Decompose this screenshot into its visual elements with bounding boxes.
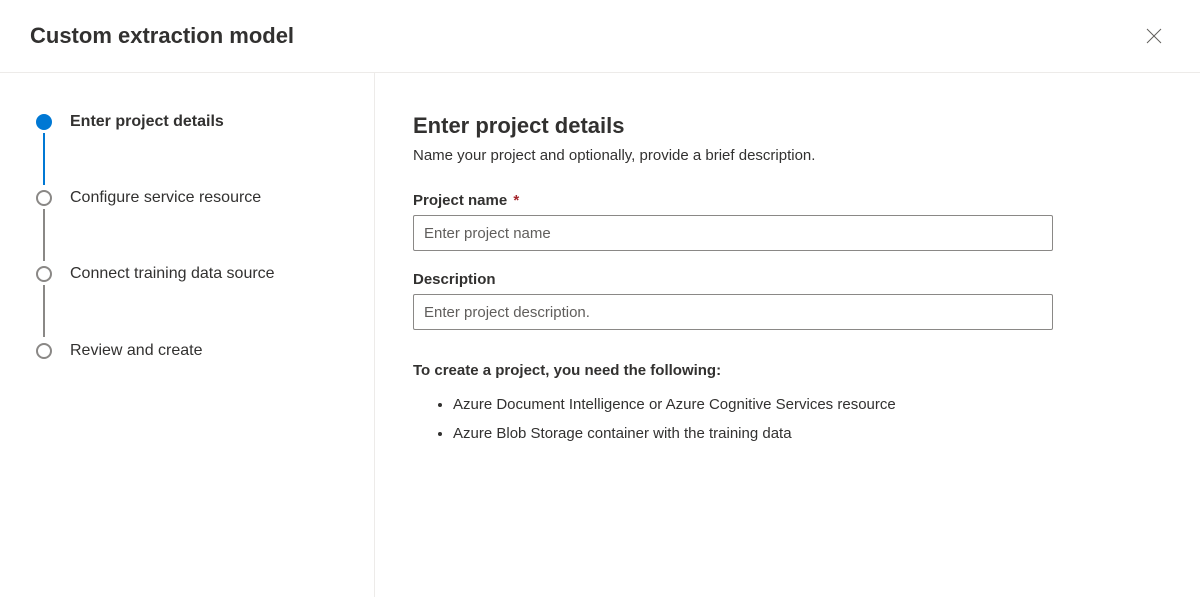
step-label: Configure service resource (70, 189, 261, 207)
close-icon (1146, 28, 1162, 44)
step-configure-service-resource[interactable]: Configure service resource (36, 189, 354, 265)
dialog-title: Custom extraction model (30, 23, 294, 49)
step-label: Review and create (70, 342, 203, 360)
dialog-content: Enter project details Configure service … (0, 73, 1200, 597)
description-field-group: Description (413, 271, 1162, 330)
requirement-item: Azure Blob Storage container with the tr… (453, 420, 1162, 449)
description-input[interactable] (413, 294, 1053, 330)
requirements-info: To create a project, you need the follow… (413, 362, 1162, 448)
step-label: Enter project details (70, 113, 224, 131)
required-indicator: * (513, 192, 519, 209)
step-connector (43, 209, 45, 261)
page-subtitle: Name your project and optionally, provid… (413, 147, 1162, 164)
step-connector (43, 133, 45, 185)
step-label: Connect training data source (70, 265, 275, 283)
step-indicator-icon (36, 266, 52, 282)
dialog-header: Custom extraction model (0, 0, 1200, 73)
project-name-field-group: Project name * (413, 192, 1162, 251)
step-indicator-icon (36, 343, 52, 359)
step-indicator-icon (36, 190, 52, 206)
wizard-sidebar: Enter project details Configure service … (0, 73, 375, 597)
project-name-label-text: Project name (413, 192, 507, 209)
requirement-item: Azure Document Intelligence or Azure Cog… (453, 391, 1162, 420)
requirements-list: Azure Document Intelligence or Azure Cog… (413, 391, 1162, 448)
wizard-main-panel: Enter project details Name your project … (375, 73, 1200, 597)
step-connect-training-data-source[interactable]: Connect training data source (36, 265, 354, 341)
step-list: Enter project details Configure service … (36, 113, 354, 361)
requirements-heading: To create a project, you need the follow… (413, 362, 1162, 379)
step-connector (43, 285, 45, 337)
close-button[interactable] (1138, 20, 1170, 52)
description-label: Description (413, 271, 1162, 288)
project-name-label: Project name * (413, 192, 1162, 209)
project-name-input[interactable] (413, 215, 1053, 251)
step-indicator-icon (36, 114, 52, 130)
step-review-and-create[interactable]: Review and create (36, 341, 354, 361)
page-title: Enter project details (413, 113, 1162, 139)
step-enter-project-details[interactable]: Enter project details (36, 113, 354, 189)
